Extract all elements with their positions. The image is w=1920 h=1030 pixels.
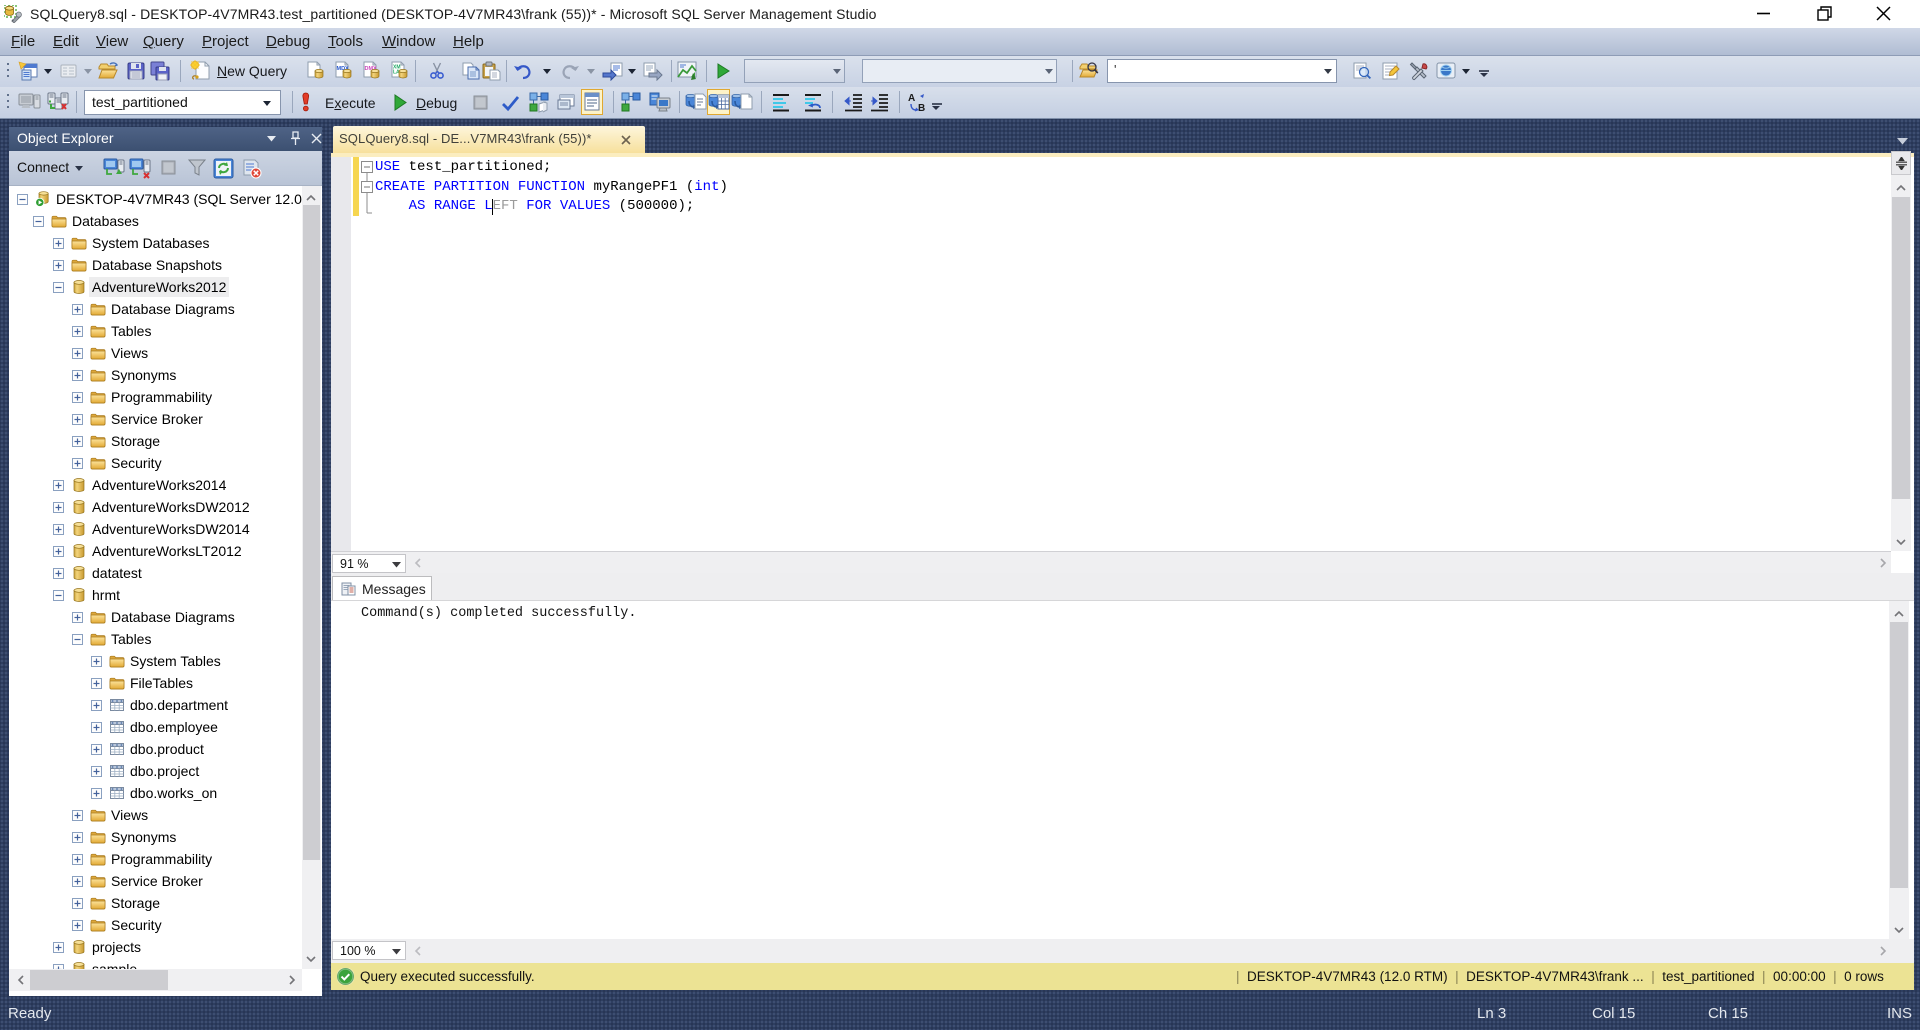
svg-text:B: B: [918, 103, 925, 113]
svg-text:A: A: [908, 93, 915, 104]
